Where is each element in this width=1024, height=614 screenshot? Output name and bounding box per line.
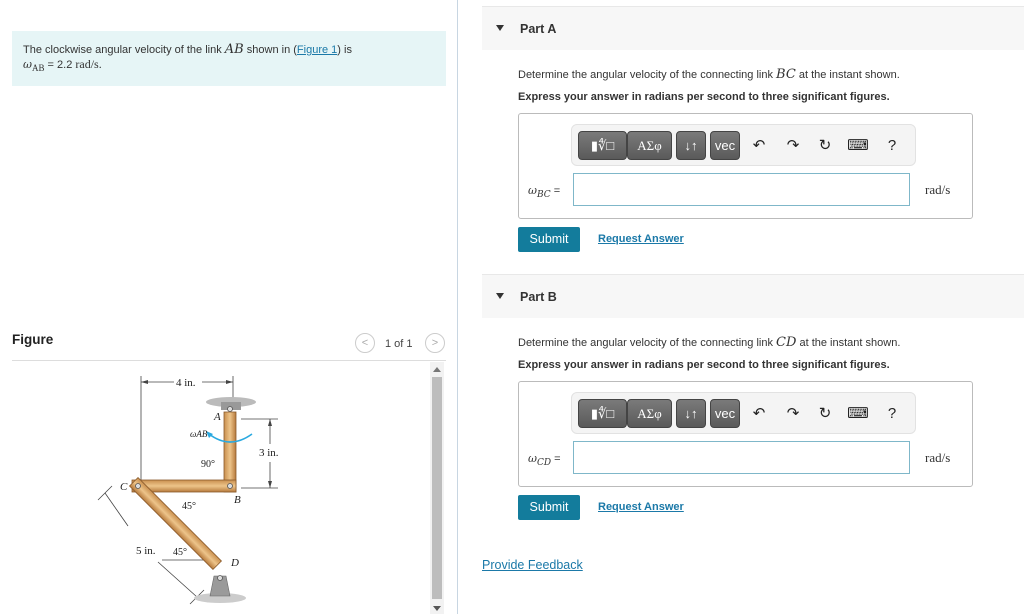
- figure-link[interactable]: Figure 1: [297, 44, 337, 56]
- vector-button[interactable]: vec: [710, 131, 740, 160]
- prompt-text-after: at the instant shown.: [795, 69, 900, 81]
- part-b-instruction: Express your answer in radians per secon…: [518, 359, 890, 371]
- dim-label-4in: 4 in.: [176, 377, 196, 389]
- intro-text-after: ) is: [337, 44, 352, 56]
- intro-text-mid: shown in (: [243, 44, 297, 56]
- angle-label-45-bottom: 45°: [173, 547, 187, 558]
- undo-icon[interactable]: ↶: [748, 403, 770, 425]
- redo-icon[interactable]: ↷: [782, 135, 804, 157]
- scrollbar-thumb[interactable]: [432, 377, 442, 599]
- omega-ab-label: ωAB: [190, 429, 208, 439]
- link-variable: BC: [776, 67, 796, 82]
- link-variable: AB: [224, 42, 244, 57]
- angle-label-90: 90°: [201, 459, 215, 470]
- chevron-right-icon: >: [431, 337, 439, 349]
- greek-icon: ΑΣφ: [637, 138, 662, 153]
- vector-button[interactable]: vec: [710, 399, 740, 428]
- equals-sign: =: [551, 453, 561, 465]
- dim-label-5in: 5 in.: [136, 545, 156, 557]
- angle-label-45-top: 45°: [182, 501, 196, 512]
- answer-label: ωBC =: [528, 184, 560, 200]
- equals-sign: =: [550, 185, 561, 197]
- math-toolbar: ▮∜□ ΑΣφ ↓↑ vec ↶ ↷ ↻ ⌨ ?: [571, 392, 916, 434]
- greek-symbols-button[interactable]: ΑΣφ: [627, 399, 672, 428]
- point-label-a: A: [213, 411, 221, 423]
- omega-subscript: AB: [31, 63, 45, 74]
- omega-symbol: ω: [528, 184, 537, 197]
- intro-text: The clockwise angular velocity of the li…: [23, 44, 225, 56]
- dim-label-3in: 3 in.: [259, 447, 279, 459]
- collapse-triangle-icon[interactable]: [496, 25, 504, 31]
- help-icon[interactable]: ?: [881, 403, 903, 425]
- part-a-header[interactable]: Part A: [482, 6, 1024, 50]
- greek-icon: ΑΣφ: [637, 406, 662, 421]
- omega-value: = 2.2: [44, 59, 76, 71]
- arrows-icon: ↓↑: [684, 138, 698, 153]
- part-a-answer-box: ▮∜□ ΑΣφ ↓↑ vec ↶ ↷ ↻ ⌨ ? ωBC = rad/s: [518, 113, 973, 219]
- templates-button[interactable]: ▮∜□: [578, 131, 627, 160]
- part-b-prompt: Determine the angular velocity of the co…: [518, 335, 900, 350]
- part-a-title: Part A: [520, 22, 557, 36]
- vec-icon: vec: [714, 406, 736, 421]
- figure-image: 4 in. 3 in. 5 in. A B C D ωAB 90° 45° 45…: [12, 362, 430, 614]
- omega-bc-input[interactable]: [573, 173, 910, 206]
- part-b-submit-button[interactable]: Submit: [518, 495, 580, 520]
- provide-feedback-link[interactable]: Provide Feedback: [482, 558, 583, 572]
- next-figure-button[interactable]: >: [425, 333, 445, 353]
- arrows-icon: ↓↑: [684, 406, 698, 421]
- scroll-down-icon[interactable]: [433, 606, 441, 611]
- part-a-instruction: Express your answer in radians per secon…: [518, 91, 890, 103]
- prompt-text: Determine the angular velocity of the co…: [518, 337, 777, 349]
- omega-symbol: ω: [528, 452, 537, 465]
- prompt-text-after: at the instant shown.: [796, 337, 901, 349]
- chevron-left-icon: <: [361, 337, 369, 349]
- keyboard-icon[interactable]: ⌨: [847, 403, 869, 425]
- point-label-b: B: [234, 494, 241, 506]
- prompt-text: Determine the angular velocity of the co…: [518, 69, 777, 81]
- omega-symbol: ω: [23, 58, 32, 71]
- subscript-superscript-button[interactable]: ↓↑: [676, 131, 706, 160]
- reset-icon[interactable]: ↻: [814, 135, 836, 157]
- omega-subscript: BC: [536, 190, 551, 201]
- right-panel: Part A Determine the angular velocity of…: [458, 0, 1024, 614]
- linkage-diagram: 4 in. 3 in. 5 in. A B C D ωAB 90° 45° 45…: [97, 376, 279, 605]
- unit-label: rad/s: [925, 182, 951, 197]
- part-b-title: Part B: [520, 290, 557, 304]
- templates-icon: ▮∜□: [590, 138, 615, 153]
- previous-figure-button[interactable]: <: [355, 333, 375, 353]
- link-variable: CD: [776, 335, 797, 350]
- templates-button[interactable]: ▮∜□: [578, 399, 627, 428]
- subscript-superscript-button[interactable]: ↓↑: [676, 399, 706, 428]
- figure-header: Figure < 1 of 1 >: [12, 331, 446, 361]
- point-label-d: D: [230, 557, 239, 569]
- redo-icon[interactable]: ↷: [782, 403, 804, 425]
- left-panel: The clockwise angular velocity of the li…: [0, 0, 458, 614]
- templates-icon: ▮∜□: [590, 406, 615, 421]
- collapse-triangle-icon[interactable]: [496, 293, 504, 299]
- reset-icon[interactable]: ↻: [814, 403, 836, 425]
- part-a-request-answer-link[interactable]: Request Answer: [598, 233, 684, 245]
- omega-subscript: CD: [536, 458, 552, 469]
- omega-unit: rad/s.: [75, 57, 102, 71]
- keyboard-icon[interactable]: ⌨: [847, 135, 869, 157]
- math-toolbar: ▮∜□ ΑΣφ ↓↑ vec ↶ ↷ ↻ ⌨ ?: [571, 124, 916, 166]
- omega-cd-input[interactable]: [573, 441, 910, 474]
- answer-label: ωCD =: [528, 452, 561, 468]
- scroll-up-icon[interactable]: [433, 367, 441, 372]
- undo-icon[interactable]: ↶: [748, 135, 770, 157]
- greek-symbols-button[interactable]: ΑΣφ: [627, 131, 672, 160]
- vec-icon: vec: [714, 138, 736, 153]
- figure-scrollbar[interactable]: [430, 362, 444, 614]
- figure-title: Figure: [12, 332, 54, 347]
- unit-label: rad/s: [925, 450, 951, 465]
- help-icon[interactable]: ?: [881, 135, 903, 157]
- part-b-header[interactable]: Part B: [482, 274, 1024, 318]
- figure-pager: 1 of 1: [385, 338, 413, 350]
- point-label-c: C: [120, 481, 128, 493]
- problem-statement: The clockwise angular velocity of the li…: [12, 31, 446, 86]
- part-b-answer-box: ▮∜□ ΑΣφ ↓↑ vec ↶ ↷ ↻ ⌨ ? ωCD = rad/s: [518, 381, 973, 487]
- part-a-prompt: Determine the angular velocity of the co…: [518, 67, 900, 82]
- part-b-request-answer-link[interactable]: Request Answer: [598, 501, 684, 513]
- part-a-submit-button[interactable]: Submit: [518, 227, 580, 252]
